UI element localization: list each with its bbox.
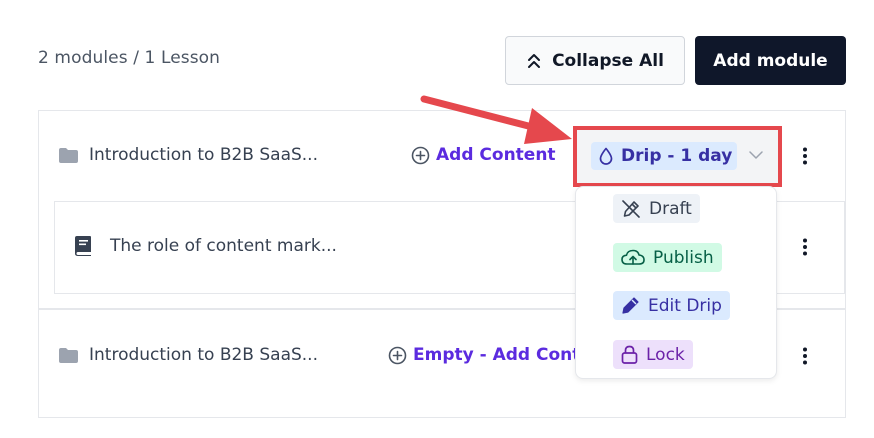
droplet-icon: [599, 147, 613, 165]
edit-drip-label: Edit Drip: [648, 295, 722, 316]
lesson-title[interactable]: The role of content mark...: [110, 236, 337, 256]
drip-badge[interactable]: Drip - 1 day: [591, 142, 737, 170]
pencil-icon: [622, 297, 639, 314]
publish-option[interactable]: Publish: [613, 243, 722, 272]
annotation-arrow: [420, 95, 572, 144]
add-content-label: Empty - Add Conte: [413, 345, 592, 365]
edit-drip-option[interactable]: Edit Drip: [613, 291, 730, 320]
modules-summary: 2 modules / 1 Lesson: [38, 48, 221, 68]
module-title[interactable]: Introduction to B2B SaaS...: [89, 345, 318, 365]
folder-icon: [59, 148, 78, 163]
drip-label: Drip - 1 day: [621, 146, 733, 166]
draft-option[interactable]: Draft: [613, 194, 700, 223]
draft-label: Draft: [649, 198, 692, 219]
plus-circle-icon: [388, 346, 407, 364]
lock-label: Lock: [646, 344, 685, 365]
more-options-icon[interactable]: [802, 347, 808, 365]
add-content-label: Add Content: [436, 145, 556, 165]
publish-label: Publish: [653, 247, 714, 268]
module-title[interactable]: Introduction to B2B SaaS...: [89, 145, 318, 165]
folder-icon: [59, 348, 78, 363]
chevron-down-icon[interactable]: [748, 148, 764, 162]
more-options-icon[interactable]: [802, 147, 808, 165]
collapse-all-button[interactable]: Collapse All: [505, 36, 685, 85]
more-options-icon[interactable]: [802, 238, 808, 256]
cloud-upload-icon: [621, 249, 645, 265]
lock-icon: [621, 345, 638, 364]
add-module-button[interactable]: Add module: [695, 36, 846, 85]
lock-option[interactable]: Lock: [613, 340, 693, 369]
pencil-off-icon: [622, 199, 640, 218]
book-icon: [75, 236, 91, 256]
collapse-icon: [528, 53, 541, 68]
plus-circle-icon: [411, 146, 430, 164]
collapse-all-label: Collapse All: [552, 50, 664, 71]
add-content-link[interactable]: Empty - Add Conte: [388, 345, 592, 365]
add-content-link[interactable]: Add Content: [411, 145, 556, 165]
